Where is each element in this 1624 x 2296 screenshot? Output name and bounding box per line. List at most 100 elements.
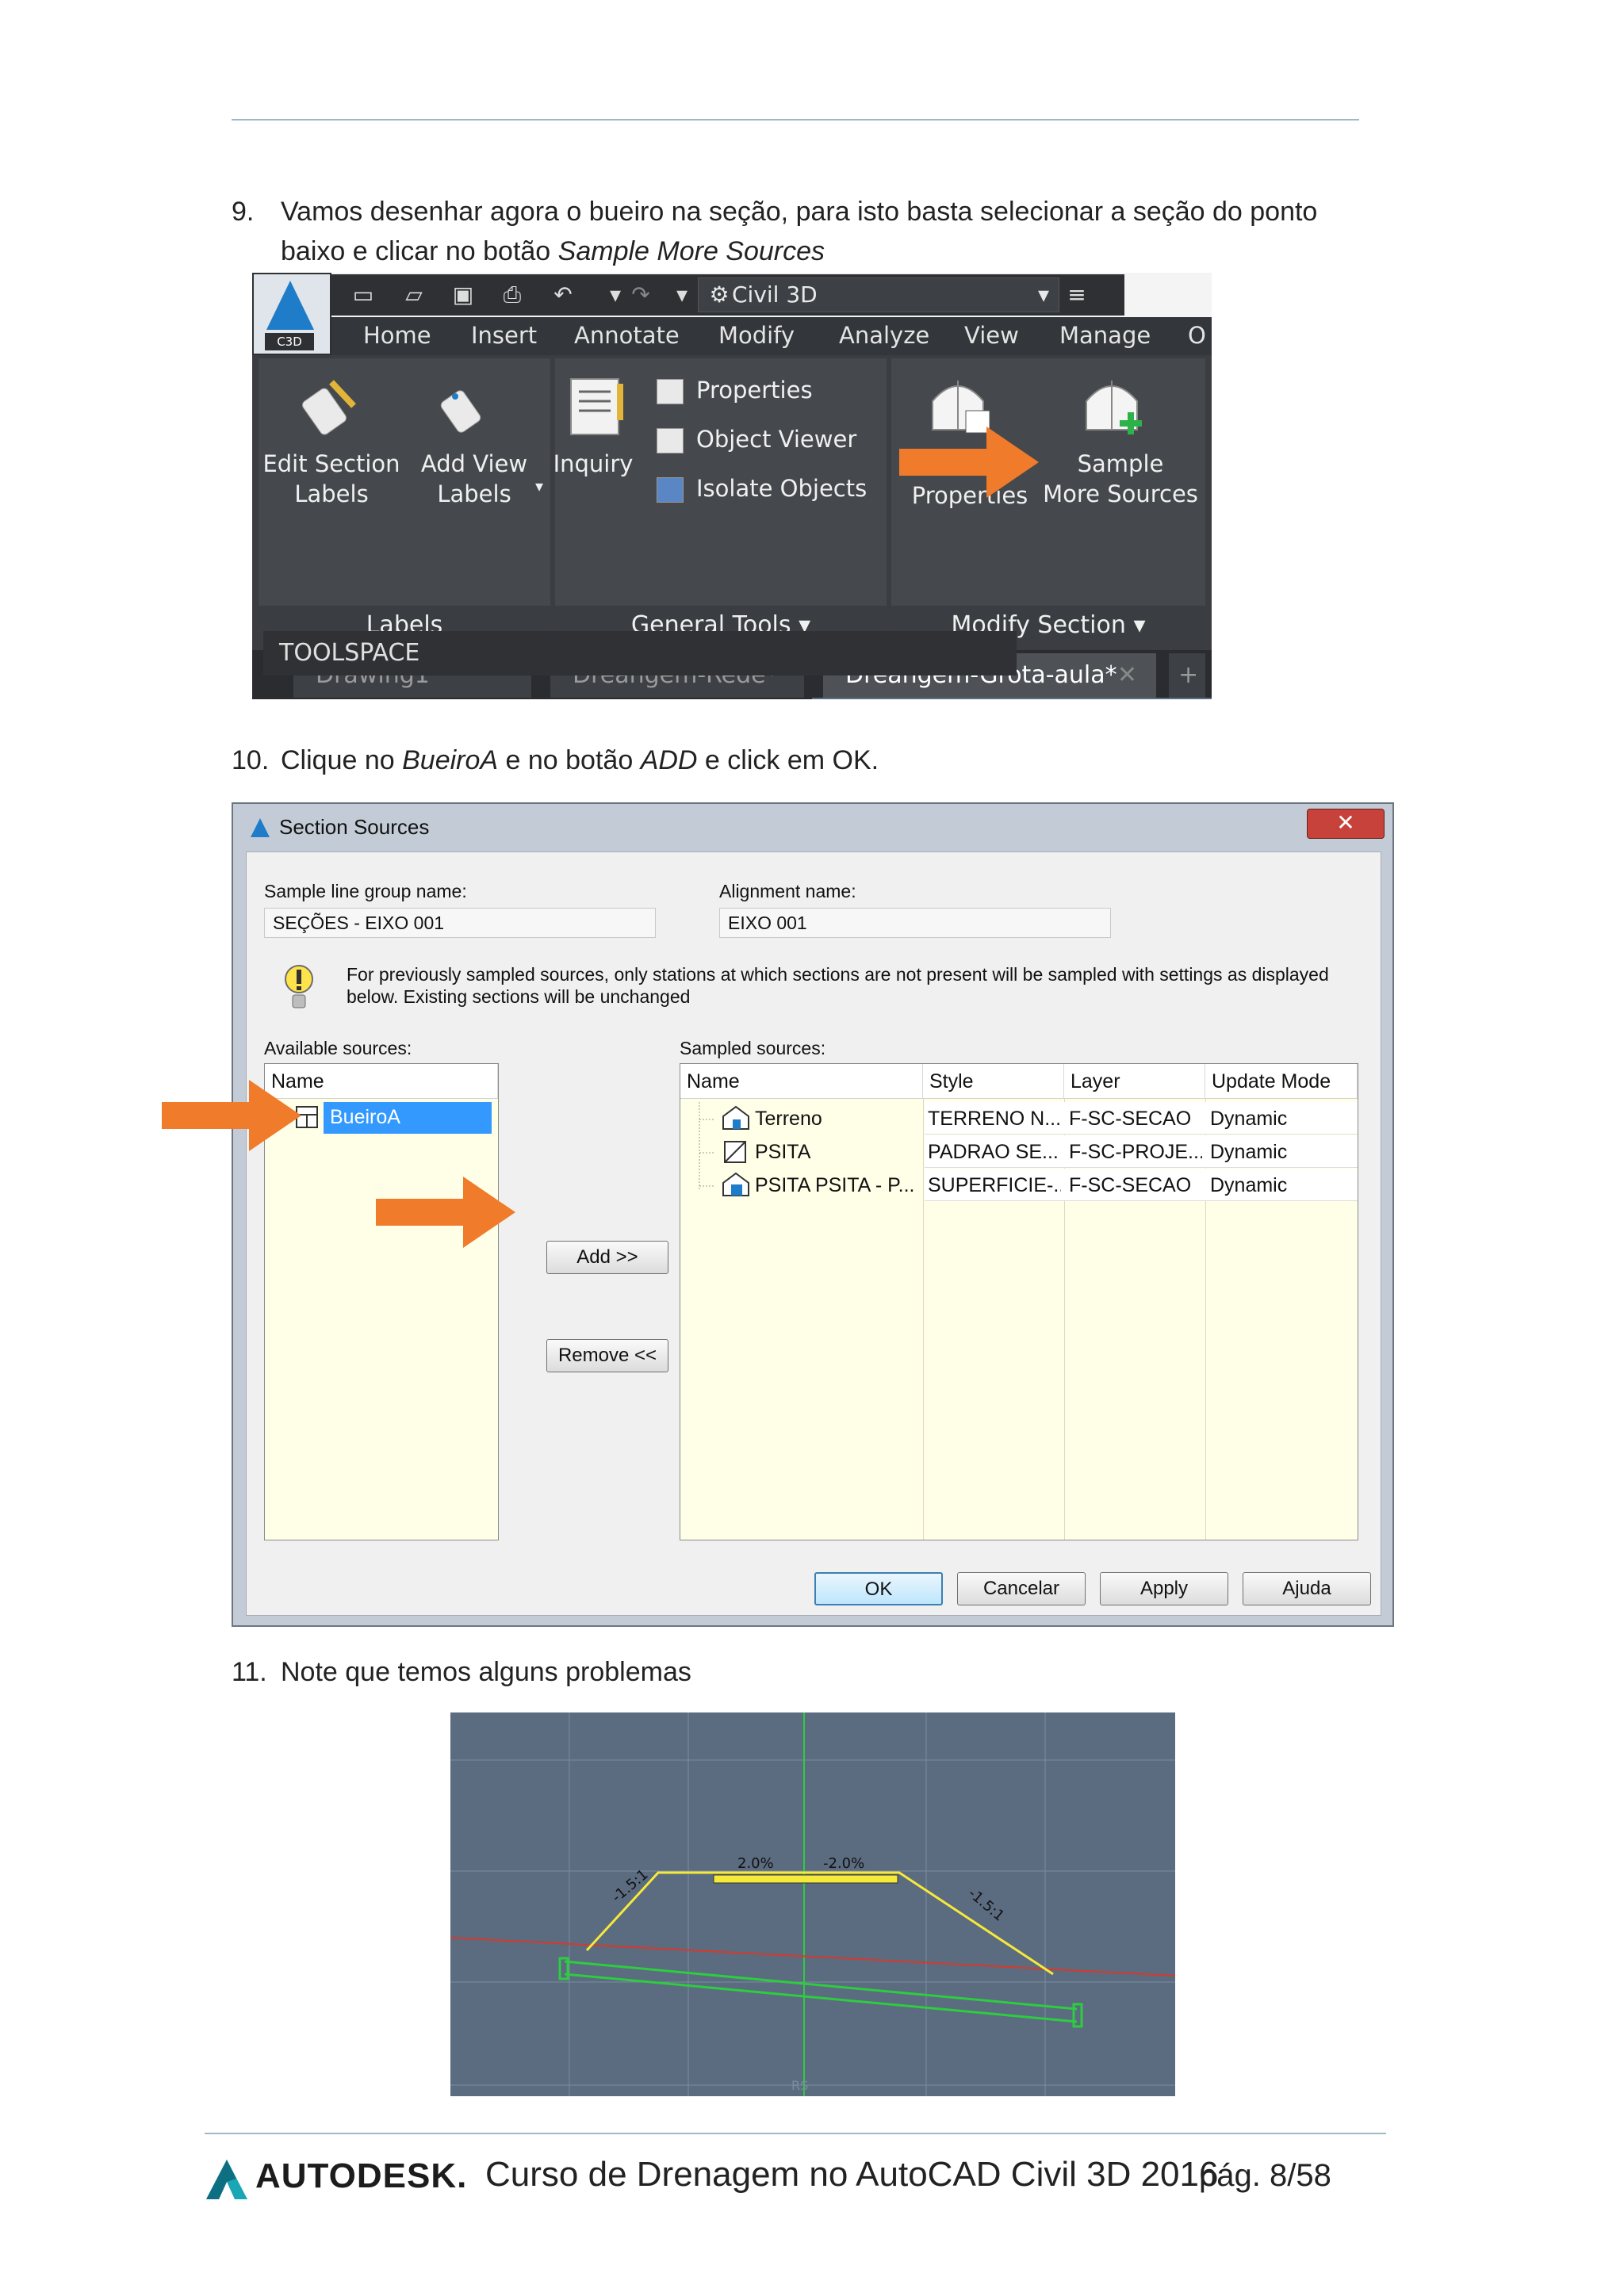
column-header-style[interactable]: Style [923, 1064, 1064, 1099]
list-item-bueiroa[interactable]: BueiroA [324, 1102, 492, 1134]
text-run: e click em OK. [697, 745, 879, 775]
step-11: 11. Note que temos alguns problemas [232, 1652, 1389, 1692]
header-rule [232, 119, 1359, 121]
section-view-image: -1.5:1 -1.5:1 2.0% -2.0% RS [450, 1712, 1175, 2096]
tab-home[interactable]: Home [363, 322, 431, 349]
cell-style[interactable]: SUPERFICIE-... [928, 1169, 1061, 1202]
sample-more-sources-button[interactable]: Sample More Sources [1037, 449, 1204, 509]
orange-arrow-icon [899, 427, 1039, 498]
close-icon[interactable]: ✕ [1117, 653, 1137, 698]
sample-line-group-field[interactable]: SEÇÕES - EIXO 001 [264, 908, 656, 938]
step-text: Clique no BueiroA e no botão ADD e click… [281, 740, 879, 780]
grade-label-left: 2.0% [737, 1855, 774, 1872]
gear-icon: ⚙ [709, 281, 730, 308]
button-label: Sample [1077, 450, 1164, 477]
info-line: below. Existing sections will be unchang… [347, 986, 691, 1007]
step-number: 10. [232, 745, 270, 775]
column-header-layer[interactable]: Layer [1064, 1064, 1205, 1099]
step-emphasis: ADD [640, 745, 698, 775]
cell-update-mode[interactable]: Dynamic [1210, 1135, 1353, 1169]
tab-overflow[interactable]: O [1188, 322, 1206, 349]
undo-dropdown-icon[interactable]: ▾ [603, 282, 628, 308]
button-label: Add View [420, 450, 528, 477]
add-view-labels-button[interactable]: Add View Labels [411, 449, 538, 509]
sampled-sources-label: Sampled sources: [680, 1038, 826, 1058]
sampled-sources-table[interactable]: Name Style Layer Update Mode Terreno TER… [680, 1063, 1358, 1540]
cell-style[interactable]: PADRAO SE... [928, 1135, 1061, 1169]
isolate-objects-button[interactable]: Isolate Objects [657, 473, 867, 504]
step-text: Note que temos alguns problemas [281, 1657, 691, 1687]
add-view-labels-icon [440, 390, 481, 433]
tab-modify[interactable]: Modify [718, 322, 795, 349]
customize-qat-icon[interactable]: ≡ [1064, 282, 1090, 308]
cell-update-mode[interactable]: Dynamic [1210, 1169, 1353, 1202]
step-number: 11. [232, 1657, 267, 1687]
print-icon[interactable]: ⎙ [500, 282, 525, 308]
redo-dropdown-icon[interactable]: ▾ [669, 282, 695, 308]
undo-icon[interactable]: ↶ [550, 282, 576, 308]
redo-icon[interactable]: ↷ [628, 282, 653, 308]
cell-name: Terreno [755, 1108, 822, 1130]
object-viewer-button[interactable]: Object Viewer [657, 423, 856, 455]
add-button[interactable]: Add >> [546, 1241, 668, 1274]
tab-analyze[interactable]: Analyze [839, 322, 929, 349]
remove-button[interactable]: Remove << [546, 1339, 668, 1372]
text-run: Clique no [281, 745, 403, 775]
tab-insert[interactable]: Insert [471, 322, 537, 349]
step-number: 9. [232, 197, 255, 227]
help-button[interactable]: Ajuda [1243, 1572, 1371, 1605]
tab-annotate[interactable]: Annotate [574, 322, 680, 349]
tab-manage[interactable]: Manage [1059, 322, 1151, 349]
section-bottom-label: RS [791, 2078, 808, 2093]
cell-layer[interactable]: F-SC-PROJE... [1069, 1135, 1202, 1169]
step-10: 10. Clique no BueiroA e no botão ADD e c… [232, 740, 1389, 780]
new-tab-plus-icon[interactable]: + [1169, 653, 1205, 698]
save-icon[interactable]: ▣ [450, 282, 476, 308]
info-line: For previously sampled sources, only sta… [347, 964, 1329, 985]
corridor-icon [724, 1141, 746, 1163]
button-label: More Sources [1043, 480, 1198, 507]
apply-button[interactable]: Apply [1100, 1572, 1228, 1605]
button-label: Labels [437, 480, 511, 507]
orange-arrow-icon [376, 1177, 515, 1248]
cell-update-mode[interactable]: Dynamic [1210, 1102, 1353, 1135]
cell-layer[interactable]: F-SC-SECAO [1069, 1169, 1202, 1202]
cell-layer[interactable]: F-SC-SECAO [1069, 1102, 1202, 1135]
workspace-dropdown[interactable]: ⚙ Civil 3D ▾ [698, 277, 1059, 312]
open-folder-icon[interactable]: ▱ [401, 282, 427, 308]
step-text: Vamos desenhar agora o bueiro na seção, … [281, 192, 1317, 271]
autodesk-logo-icon [206, 2160, 247, 2199]
ok-button[interactable]: OK [814, 1572, 943, 1605]
cell-name: PSITA [755, 1141, 811, 1163]
button-label: Object Viewer [696, 426, 857, 453]
edit-section-labels-button[interactable]: Edit Section Labels [260, 449, 403, 509]
sample-more-sources-icon [1086, 381, 1142, 434]
tab-view[interactable]: View [964, 322, 1019, 349]
surface-icon [722, 1105, 749, 1130]
chevron-down-icon: ▾ [1133, 611, 1146, 639]
edit-section-labels-icon [301, 380, 356, 435]
autodesk-brand: AUTODESK. [255, 2156, 468, 2195]
sample-line-group-label: Sample line group name: [264, 881, 467, 901]
column-header-name[interactable]: Name [680, 1064, 923, 1099]
cancel-button[interactable]: Cancelar [957, 1572, 1086, 1605]
dialog-title: Section Sources [279, 815, 430, 839]
column-divider [923, 1099, 924, 1540]
c3d-badge: C3D [265, 333, 314, 350]
properties-small-button[interactable]: Properties [657, 374, 813, 406]
close-button[interactable]: ✕ [1307, 809, 1385, 839]
object-viewer-icon [657, 428, 684, 453]
alignment-name-field[interactable]: EIXO 001 [719, 908, 1111, 938]
inquiry-button[interactable]: Inquiry [546, 449, 641, 479]
ribbon-screenshot: C3D ▭ ▱ ▣ ⎙ ↶ ▾ ↷ ▾ ⚙ Civil 3D ▾ ≡ Home I… [252, 273, 1212, 699]
corridor-surface-icon [722, 1172, 749, 1196]
application-menu-button[interactable]: C3D [252, 273, 331, 355]
cell-style[interactable]: TERRENO N... [928, 1102, 1061, 1135]
pavement-layer [713, 1874, 898, 1884]
column-header-update-mode[interactable]: Update Mode [1205, 1064, 1358, 1099]
isolate-objects-icon [657, 477, 684, 503]
step-emphasis: BueiroA [402, 745, 499, 775]
new-file-icon[interactable]: ▭ [350, 282, 376, 308]
button-label: Edit Section [262, 450, 400, 477]
available-sources-label: Available sources: [264, 1038, 412, 1058]
